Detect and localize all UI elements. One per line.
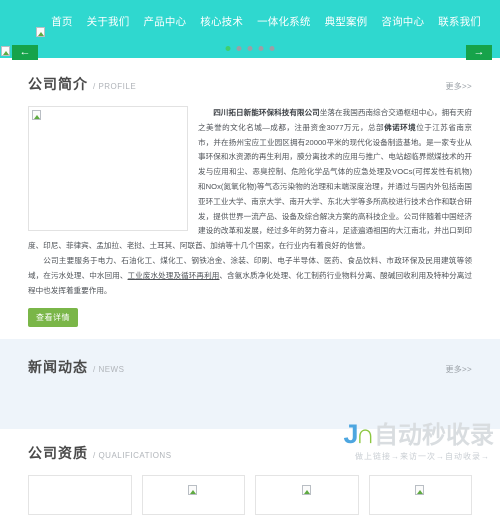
profile-subtitle: / PROFILE [93,82,137,91]
news-more-link[interactable]: 更多>> [445,364,472,375]
carousel-dot[interactable] [247,46,253,51]
qualification-card[interactable] [255,475,359,515]
profile-inline-link[interactable]: 工业废水处理及循环再利用 [128,271,220,280]
company-profile-section: 公司简介 / PROFILE 更多>> 四川拓日新能环保科技有限公司坐落在我国西… [0,58,500,328]
qualifications-section-header: 公司资质 / QUALIFICATIONS [28,443,472,463]
page-content: 公司简介 / PROFILE 更多>> 四川拓日新能环保科技有限公司坐落在我国西… [0,58,500,515]
nav-item-about[interactable]: 关于我们 [80,0,137,44]
profile-brand-name: 佛诺环境 [384,122,417,132]
carousel-prev-arrow-icon[interactable]: ← [12,45,38,60]
hero-carousel: ← → [0,44,500,60]
news-section-header: 新闻动态 / NEWS 更多>> [28,357,472,377]
nav-item-technology[interactable]: 核心技术 [193,0,250,44]
carousel-next-arrow-icon[interactable]: → [466,45,492,60]
site-header: 首页 关于我们 产品中心 核心技术 一体化系统 典型案例 咨询中心 联系我们 [0,0,500,44]
carousel-dot[interactable] [225,46,231,51]
profile-section-header: 公司简介 / PROFILE 更多>> [28,74,472,94]
main-navigation: 首页 关于我们 产品中心 核心技术 一体化系统 典型案例 咨询中心 联系我们 [44,0,488,44]
profile-paragraph-2: 公司主要服务于电力、石油化工、煤化工、钢铁冶金、涂装、印刷、电子半导体、医药、食… [28,254,472,298]
broken-image-icon [415,485,426,497]
carousel-dot[interactable] [236,46,242,51]
nav-item-system[interactable]: 一体化系统 [250,0,318,44]
carousel-dots [225,46,275,51]
view-detail-button[interactable]: 查看详情 [28,308,78,328]
qualification-card[interactable] [28,475,132,515]
nav-item-home[interactable]: 首页 [44,0,79,44]
qualifications-card-row [28,475,472,515]
profile-company-name: 四川拓日新能环保科技有限公司 [213,108,320,117]
nav-item-contact[interactable]: 联系我们 [431,0,488,44]
qualification-card[interactable] [368,475,472,515]
profile-title: 公司简介 [28,76,88,92]
broken-image-icon [188,485,199,497]
qualification-card[interactable] [141,475,245,515]
carousel-dot[interactable] [269,46,275,51]
broken-image-icon [32,110,43,122]
profile-more-link[interactable]: 更多>> [445,81,472,92]
broken-image-icon [301,485,313,497]
banner-slide-image [1,46,11,57]
news-title: 新闻动态 [28,359,88,376]
profile-photo[interactable] [28,106,188,231]
news-section: 新闻动态 / NEWS 更多>> [0,339,500,430]
profile-body: 四川拓日新能环保科技有限公司坐落在我国西南综合交通枢纽中心，拥有天府之美誉的文化… [28,106,472,328]
qualifications-subtitle: / QUALIFICATIONS [93,451,172,461]
carousel-dot[interactable] [258,46,264,51]
nav-item-cases[interactable]: 典型案例 [318,0,375,44]
nav-item-products[interactable]: 产品中心 [136,0,193,44]
qualifications-title: 公司资质 [28,445,88,462]
news-subtitle: / NEWS [93,365,125,375]
nav-item-consulting[interactable]: 咨询中心 [374,0,431,44]
qualifications-section: 公司资质 / QUALIFICATIONS [0,429,500,515]
